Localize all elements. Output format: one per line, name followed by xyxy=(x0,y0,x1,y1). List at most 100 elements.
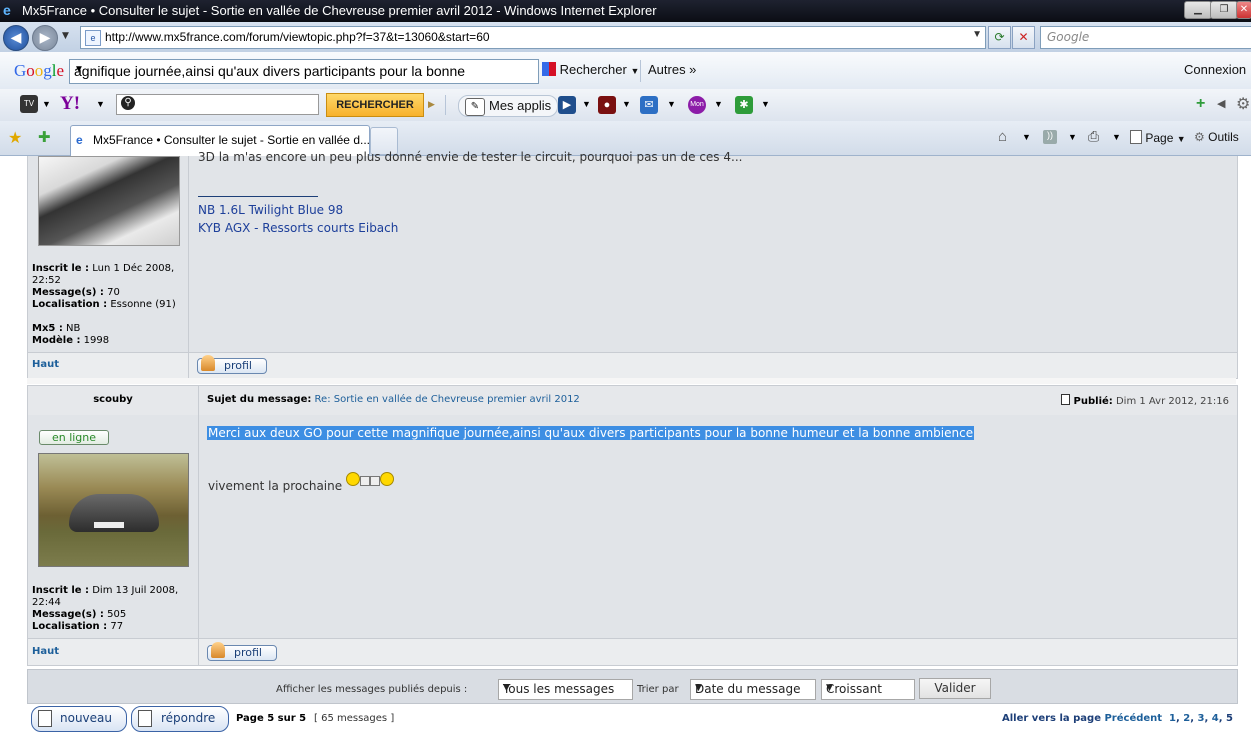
google-login-link[interactable]: Connexion xyxy=(1184,62,1246,77)
my-apps-button[interactable]: ✎ Mes applis xyxy=(458,95,559,117)
sort-by-label: Trier par xyxy=(637,684,679,695)
post-1-footer: Haut profil xyxy=(27,352,1238,379)
add-icon[interactable]: + xyxy=(1196,95,1205,113)
yahoo-logo-icon[interactable]: Y! xyxy=(60,93,80,115)
stop-button[interactable]: ✕ xyxy=(1012,26,1035,49)
search-placeholder: Google xyxy=(1047,30,1090,44)
chevron-down-icon[interactable]: ▼ xyxy=(1112,132,1121,142)
registered-label: Inscrit le : xyxy=(32,263,90,274)
reply-button[interactable]: répondre xyxy=(131,706,229,732)
reply-icon xyxy=(138,710,152,727)
ie-page-icon: e xyxy=(76,133,83,147)
display-since-select[interactable]: Tous les messages ▼ xyxy=(498,679,633,700)
profile-button[interactable]: profil xyxy=(207,642,277,661)
address-url: http://www.mx5france.com/forum/viewtopic… xyxy=(105,30,490,44)
apps-icon: ✎ xyxy=(465,98,485,116)
top-link[interactable]: Haut xyxy=(32,646,59,657)
subject-link[interactable]: Re: Sortie en vallée de Chevreuse premie… xyxy=(315,394,580,405)
validate-button[interactable]: Valider xyxy=(919,678,991,699)
google-search-label: Rechercher xyxy=(559,62,627,77)
rss-icon[interactable]: )) xyxy=(1043,130,1057,144)
car-value: NB xyxy=(66,323,81,334)
goto-page-label: Aller vers la page xyxy=(1002,713,1101,724)
favorites-star-icon[interactable]: ★ xyxy=(8,128,22,148)
forward-button[interactable]: ▶ xyxy=(32,25,58,51)
address-dropdown-icon[interactable]: ▼ xyxy=(972,29,982,40)
reply-label: répondre xyxy=(161,711,216,725)
chevron-down-icon[interactable]: ▼ xyxy=(714,99,723,109)
google-toolbar: Google agnifique journée,ainsi qu'aux di… xyxy=(0,52,1251,90)
mail-icon[interactable]: ✉ xyxy=(640,96,658,114)
record-icon[interactable]: ● xyxy=(598,96,616,114)
tv-icon[interactable]: TV xyxy=(20,95,38,113)
chevron-down-icon[interactable]: ▼ xyxy=(1022,132,1031,142)
back-button[interactable]: ◀ xyxy=(3,25,29,51)
yahoo-mon-icon[interactable]: Mon xyxy=(688,96,706,114)
window-title: Mx5France • Consulter le sujet - Sortie … xyxy=(22,3,657,18)
home-icon[interactable]: ⌂ xyxy=(998,128,1007,145)
chevron-down-icon[interactable]: ▼ xyxy=(622,99,631,109)
filter-bar: Afficher les messages publiés depuis : T… xyxy=(27,669,1238,704)
model-value: 1998 xyxy=(83,335,110,346)
restore-button[interactable]: ❐ xyxy=(1210,1,1238,19)
chevron-right-icon[interactable]: ▶ xyxy=(428,99,435,110)
signature-line-2: KYB AGX - Ressorts courts Eibach xyxy=(198,221,399,235)
registered-label: Inscrit le : xyxy=(32,585,90,596)
post-body-text: vivement la prochaine xyxy=(208,479,343,493)
previous-page-link[interactable]: Précédent xyxy=(1104,713,1162,724)
post-2-header: scouby Sujet du message: Re: Sortie en v… xyxy=(27,385,1238,416)
page-link-1[interactable]: 1 xyxy=(1169,713,1176,724)
chevron-down-icon[interactable]: ▼ xyxy=(1068,132,1077,142)
google-search-dropdown-icon[interactable]: ▼ xyxy=(74,64,535,75)
video-icon[interactable]: ▶ xyxy=(558,96,576,114)
window-titlebar: e Mx5France • Consulter le sujet - Sorti… xyxy=(0,0,1251,22)
profile-button[interactable]: profil xyxy=(197,355,267,374)
chevron-down-icon[interactable]: ▼ xyxy=(582,99,591,109)
google-more-button[interactable]: Autres » xyxy=(648,62,696,77)
yahoo-toolbar: TV ▼ Y! ▼ ⚲ RECHERCHER ▶ ✎ Mes applis ▶ … xyxy=(0,89,1251,122)
history-dropdown-icon[interactable]: ▼ xyxy=(62,31,69,41)
chevron-down-icon[interactable]: ▼ xyxy=(667,99,676,109)
post-author[interactable]: scouby xyxy=(28,394,198,405)
add-favorite-icon[interactable]: ✚ xyxy=(38,128,51,146)
refresh-button[interactable]: ⟳ xyxy=(988,26,1011,49)
tools-menu[interactable]: ⚙ Outils xyxy=(1194,130,1239,144)
google-search-button[interactable]: Rechercher ▼ xyxy=(542,62,639,77)
profile-button-label: profil xyxy=(224,359,252,372)
address-field[interactable]: e http://www.mx5france.com/forum/viewtop… xyxy=(80,26,986,49)
new-topic-button[interactable]: nouveau xyxy=(31,706,127,732)
yahoo-search-button[interactable]: RECHERCHER xyxy=(326,93,424,117)
google-search-input[interactable]: agnifique journée,ainsi qu'aux divers pa… xyxy=(69,59,539,84)
star-widget-icon[interactable]: ✱ xyxy=(735,96,753,114)
messages-label: Message(s) : xyxy=(32,609,104,620)
post-body-highlighted: Merci aux deux GO pour cette magnifique … xyxy=(207,426,975,440)
published-value: Dim 1 Avr 2012, 21:16 xyxy=(1115,396,1229,407)
chevron-down-icon: ▼ xyxy=(503,683,510,693)
post-1-body: 3D la m'as encore un peu plus donné envi… xyxy=(198,150,743,164)
chevron-down-icon[interactable]: ▼ xyxy=(96,99,105,109)
page-link-2[interactable]: 2 xyxy=(1183,713,1190,724)
published-label: Publié: xyxy=(1073,396,1113,407)
page-link-4[interactable]: 4 xyxy=(1212,713,1219,724)
minimize-button[interactable]: ▁ xyxy=(1184,1,1212,19)
post-2-profile: en ligne Inscrit le : Dim 13 Juil 2008, … xyxy=(28,415,199,638)
page-menu[interactable]: Page ▼ xyxy=(1130,130,1186,145)
yahoo-search-input[interactable]: ⚲ xyxy=(116,94,319,115)
print-icon[interactable]: ⎙ xyxy=(1088,128,1099,145)
chevron-down-icon[interactable]: ▼ xyxy=(42,99,51,109)
page-link-3[interactable]: 3 xyxy=(1198,713,1205,724)
post-body-line-2: vivement la prochaine xyxy=(208,472,394,493)
sort-order-select[interactable]: Croissant ▼ xyxy=(821,679,915,700)
chevron-down-icon[interactable]: ▼ xyxy=(761,99,770,109)
close-window-button[interactable]: ✕ xyxy=(1236,1,1251,19)
address-row: ◀ ▶ ▼ e http://www.mx5france.com/forum/v… xyxy=(0,22,1251,52)
post-1-profile: Inscrit le : Lun 1 Déc 2008, 22:52 Messa… xyxy=(28,156,189,352)
search-field[interactable]: Google xyxy=(1040,26,1251,49)
scroll-left-icon[interactable]: ◀ xyxy=(1217,97,1225,110)
online-badge: en ligne xyxy=(39,430,109,445)
post-page-icon[interactable] xyxy=(1061,394,1071,405)
gear-icon[interactable]: ⚙ xyxy=(1236,94,1250,114)
ie-logo-icon: e xyxy=(3,2,11,18)
top-link[interactable]: Haut xyxy=(32,359,59,370)
sort-by-select[interactable]: Date du message ▼ xyxy=(690,679,816,700)
